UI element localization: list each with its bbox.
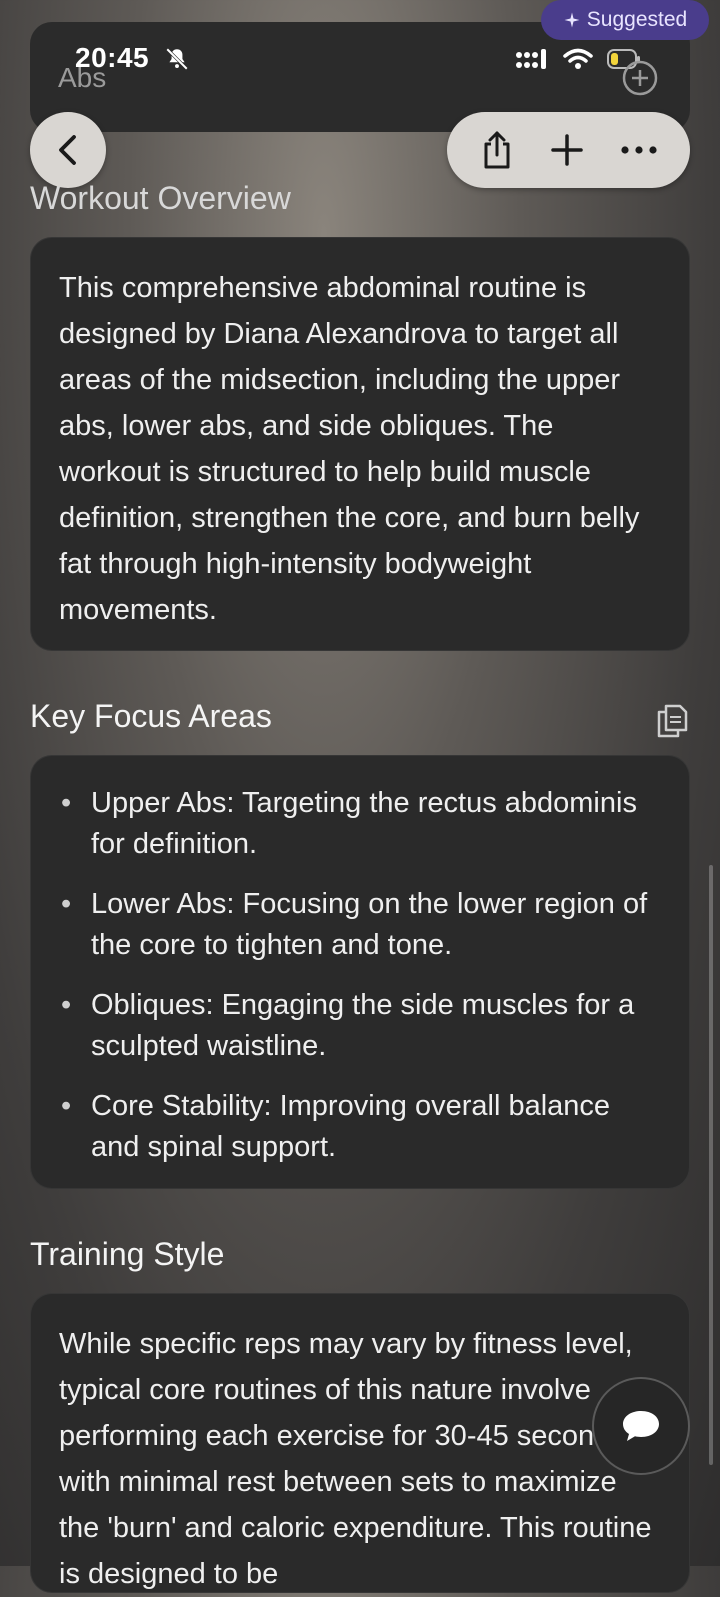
action-toolbar — [447, 112, 690, 188]
sparkle-icon — [564, 12, 580, 28]
chat-button[interactable] — [592, 1377, 690, 1475]
chevron-left-icon — [59, 135, 76, 165]
share-icon[interactable] — [479, 130, 515, 170]
copy-icon[interactable] — [654, 700, 690, 738]
training-card: While specific reps may vary by fitness … — [30, 1293, 690, 1593]
back-button[interactable] — [30, 112, 106, 188]
list-item: Obliques: Engaging the side muscles for … — [35, 985, 661, 1067]
plus-icon[interactable] — [550, 133, 584, 167]
list-item: Upper Abs: Targeting the rectus abdomini… — [35, 783, 661, 865]
focus-list: Upper Abs: Targeting the rectus abdomini… — [35, 783, 661, 1168]
ellipsis-icon[interactable] — [620, 145, 658, 155]
section-title-overview: Workout Overview — [30, 180, 291, 216]
add-circle-icon[interactable] — [622, 60, 658, 96]
section-title-training: Training Style — [30, 1236, 225, 1272]
focus-card: Upper Abs: Targeting the rectus abdomini… — [30, 755, 690, 1189]
overview-text: This comprehensive abdominal routine is … — [59, 272, 640, 626]
status-time: 20:45 — [75, 42, 150, 73]
scrollbar[interactable] — [709, 865, 713, 1465]
training-text: While specific reps may vary by fitness … — [59, 1328, 652, 1590]
suggested-badge[interactable]: Suggested — [541, 0, 709, 40]
suggested-label: Suggested — [586, 8, 688, 31]
section-title-focus: Key Focus Areas — [30, 698, 272, 734]
chat-bubble-icon — [623, 1411, 659, 1441]
wifi-icon — [563, 48, 593, 69]
overview-card: This comprehensive abdominal routine is … — [30, 237, 690, 651]
cellular-signal-icon — [516, 49, 546, 69]
list-item: Lower Abs: Focusing on the lower region … — [35, 884, 661, 966]
bell-muted-icon — [166, 48, 188, 70]
list-item: Core Stability: Improving overall balanc… — [35, 1086, 661, 1168]
